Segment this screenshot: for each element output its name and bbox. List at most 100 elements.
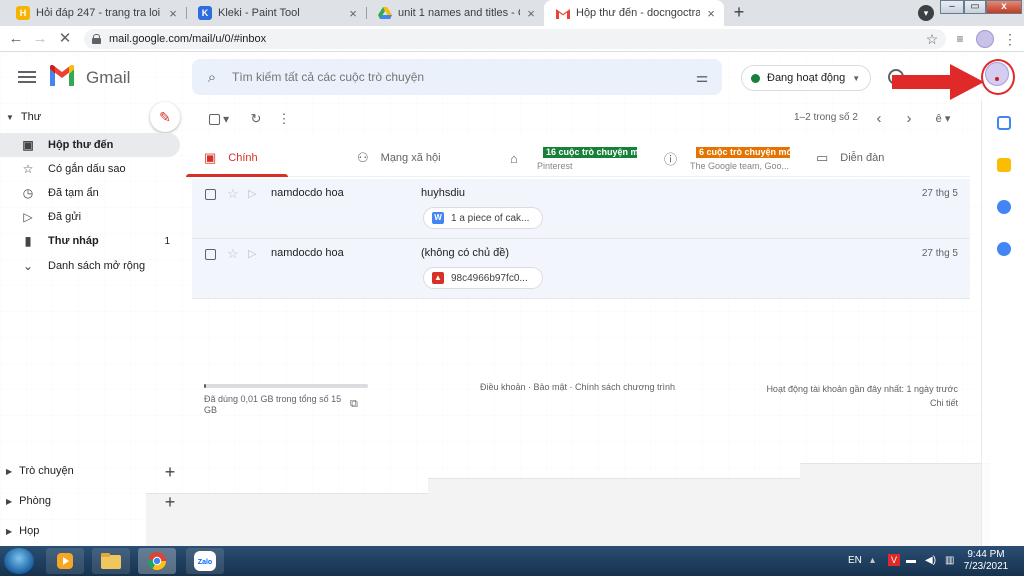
media-player-icon[interactable] [46, 548, 84, 574]
volume-icon[interactable]: ◀) [925, 555, 936, 566]
activity-text: Hoạt động tài khoản gần đây nhất: 1 ngày… [766, 384, 958, 394]
tab-search-icon[interactable]: ▾ [918, 5, 934, 21]
reading-list-icon[interactable]: ≡ [952, 31, 968, 47]
expand-triangle-icon: ▶ [6, 466, 13, 476]
category-tabs: ▣ Chính ⚇ Mạng xã hội ⌂ 16 cuộc trò chuy… [186, 139, 970, 177]
checkbox-icon [208, 114, 220, 126]
add-chat-plus-icon[interactable]: + [163, 463, 177, 481]
gmail-logo-icon[interactable] [48, 65, 76, 89]
url-text: mail.google.com/mail/u/0/#inbox [109, 33, 267, 45]
attachment-chip[interactable]: W 1 a piece of cak... [423, 207, 543, 229]
sidebar-item-drafts[interactable]: ▮ Thư nháp 1 [0, 229, 180, 253]
window-close-button[interactable]: x [986, 0, 1022, 14]
attachment-chip[interactable]: ▲ 98c4966b97fc0... [423, 267, 543, 289]
important-marker-icon[interactable]: ▷ [248, 187, 256, 200]
window-minimize-button[interactable]: – [940, 0, 964, 14]
tab-promotions[interactable]: ⌂ 16 cuộc trò chuyện mới Pinterest [510, 139, 640, 177]
search-input[interactable] [232, 70, 682, 84]
bookmark-star-icon[interactable]: ☆ [924, 30, 940, 48]
profile-avatar[interactable] [976, 30, 994, 48]
prev-page-icon[interactable]: ‹ [872, 111, 886, 127]
browser-tab-kleki[interactable]: K Kleki - Paint Tool × [186, 0, 366, 26]
activity-details-link[interactable]: Chi tiết [766, 396, 958, 410]
main-menu-icon[interactable] [16, 68, 38, 88]
zalo-icon[interactable]: Zalo [186, 548, 224, 574]
account-activity: Hoạt động tài khoản gần đây nhất: 1 ngày… [766, 382, 958, 410]
calendar-icon[interactable] [997, 116, 1011, 130]
next-page-icon[interactable]: › [902, 111, 916, 127]
drafts-count: 1 [164, 235, 170, 247]
status-button[interactable]: Đang hoạt động ▼ [741, 65, 871, 91]
sidebar-item-more[interactable]: ⌄ Danh sách mở rộng [0, 254, 180, 278]
browser-tab-gmail[interactable]: Hộp thư đến - docngoctrang200 × [544, 0, 724, 26]
refresh-icon[interactable]: ↻ [247, 111, 265, 127]
row-checkbox[interactable] [205, 189, 216, 200]
stop-loading-icon[interactable]: ✕ [56, 30, 74, 48]
sidebar-item-sent[interactable]: ▷ Đã gửi [0, 205, 180, 229]
forward-arrow-icon[interactable]: → [31, 30, 49, 48]
sidebar-item-starred[interactable]: ☆ Có gắn dấu sao [0, 157, 180, 181]
back-arrow-icon[interactable]: ← [7, 30, 25, 48]
new-tab-button[interactable]: + [729, 3, 749, 23]
sidebar-item-inbox[interactable]: ▣ Hộp thư đến [0, 133, 180, 157]
input-tools-icon[interactable]: ê ▾ [930, 111, 956, 127]
row-checkbox[interactable] [205, 249, 216, 260]
rooms-section-toggle[interactable]: ▶ Phòng [6, 495, 51, 507]
search-bar[interactable]: ⌕ ⚌ [192, 59, 722, 95]
contacts-icon[interactable] [997, 242, 1011, 256]
address-bar[interactable]: mail.google.com/mail/u/0/#inbox [84, 29, 946, 49]
system-clock[interactable]: 9:44 PM 7/23/2021 [960, 549, 1012, 573]
tab-title: unit 1 names and titles - Google [398, 7, 520, 19]
language-indicator[interactable]: EN [848, 555, 862, 566]
gmail-wordmark[interactable]: Gmail [86, 68, 130, 88]
inbox-icon: ▣ [22, 138, 34, 152]
browser-toolbar: ← → ✕ mail.google.com/mail/u/0/#inbox ☆ … [0, 26, 1024, 52]
red-arrow-annotation [892, 64, 984, 100]
star-icon[interactable]: ☆ [227, 246, 239, 262]
important-marker-icon[interactable]: ▷ [248, 247, 256, 260]
start-button[interactable] [4, 548, 34, 574]
more-options-icon[interactable]: ⋮ [277, 111, 291, 127]
browser-tab-hoidap[interactable]: H Hỏi đáp 247 - trang tra loi × [4, 0, 186, 26]
tray-app-icon[interactable]: V [888, 554, 900, 566]
sidebar-item-label: Hộp thư đến [48, 139, 114, 151]
tab-forums[interactable]: ▭ Diễn đàn [816, 139, 884, 177]
tasks-icon[interactable] [997, 200, 1011, 214]
email-row[interactable]: ☆ ▷ namdocdo hoa huyhsdiu 27 thg 5 W 1 a… [192, 179, 970, 239]
add-room-plus-icon[interactable]: + [163, 493, 177, 511]
chrome-taskbar-icon[interactable] [138, 548, 176, 574]
tab-close-icon[interactable]: × [346, 6, 360, 21]
tab-label: Mạng xã hội [380, 152, 441, 164]
tab-primary[interactable]: ▣ Chính [186, 139, 288, 177]
tab-close-icon[interactable]: × [166, 6, 180, 21]
network-icon[interactable]: ▥ [945, 555, 954, 566]
windows-taskbar: Zalo EN ▴ V ▬ ◀) ▥ 9:44 PM 7/23/2021 [0, 546, 1024, 576]
footer-links[interactable]: Điều khoản · Bảo mật · Chính sách chương… [480, 382, 675, 392]
tab-title: Hộp thư đến - docngoctrang200 [576, 7, 700, 19]
action-center-icon[interactable]: ▬ [906, 555, 916, 566]
external-link-icon[interactable]: ⧉ [350, 398, 358, 411]
storage-bar [204, 384, 368, 388]
browser-tab-google-drive[interactable]: unit 1 names and titles - Google × [366, 0, 544, 26]
tab-social[interactable]: ⚇ Mạng xã hội [357, 139, 441, 177]
window-maximize-button[interactable]: ▭ [964, 0, 986, 14]
tab-close-icon[interactable]: × [704, 6, 718, 21]
email-row[interactable]: ☆ ▷ namdocdo hoa (không có chủ đề) 27 th… [192, 239, 970, 299]
search-icon[interactable]: ⌕ [192, 69, 232, 86]
tab-close-icon[interactable]: × [524, 6, 538, 21]
mail-section-toggle[interactable]: ▼ Thư [6, 111, 41, 123]
meet-section-toggle[interactable]: ▶ Họp [6, 525, 39, 537]
chat-section-toggle[interactable]: ▶ Trò chuyện [6, 465, 74, 477]
search-options-icon[interactable]: ⚌ [682, 69, 722, 86]
sidebar-item-snoozed[interactable]: ◷ Đã tạm ẩn [0, 181, 180, 205]
chrome-menu-icon[interactable]: ⋮ [1002, 31, 1018, 47]
star-icon[interactable]: ☆ [227, 186, 239, 202]
file-explorer-icon[interactable] [92, 548, 130, 574]
tray-chevron-icon[interactable]: ▴ [870, 555, 875, 566]
keep-icon[interactable] [997, 158, 1011, 172]
compose-pencil-icon[interactable]: ✎ [150, 102, 180, 132]
select-all-checkbox[interactable]: ▾ [205, 111, 233, 127]
theme-decoration [146, 493, 436, 546]
attachment-name: 1 a piece of cak... [451, 212, 530, 224]
tab-updates[interactable]: ⓘ 6 cuộc trò chuyện mới The Google team,… [664, 139, 794, 177]
